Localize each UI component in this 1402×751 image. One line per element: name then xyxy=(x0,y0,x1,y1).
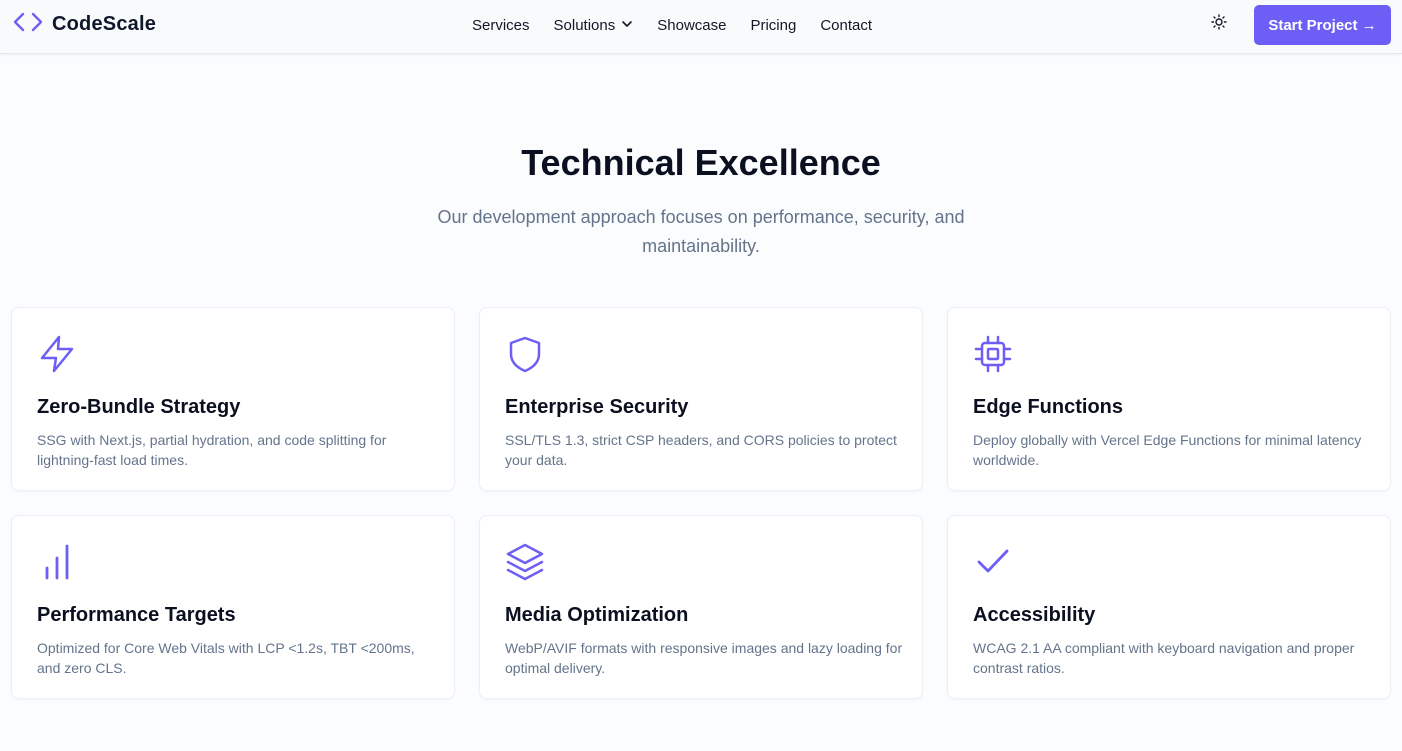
chevron-down-icon xyxy=(621,17,633,34)
feature-title: Performance Targets xyxy=(37,604,236,626)
feature-title: Accessibility xyxy=(973,604,1096,626)
chip-icon xyxy=(973,334,1013,374)
feature-card: Edge Functions Deploy globally with Verc… xyxy=(947,307,1391,491)
feature-card: Enterprise Security SSL/TLS 1.3, strict … xyxy=(479,307,923,491)
top-navbar: CodeScale Services Solutions Showcase Pr… xyxy=(0,0,1402,54)
start-project-button[interactable]: Start Project → xyxy=(1254,5,1391,45)
nav-services-label: Services xyxy=(472,16,530,34)
brand-name: CodeScale xyxy=(52,12,157,35)
feature-title: Edge Functions xyxy=(973,396,1123,418)
theme-toggle-button[interactable] xyxy=(1208,13,1230,35)
layers-icon xyxy=(505,542,545,582)
main-nav: Services Solutions Showcase Pricing Cont… xyxy=(472,15,896,35)
feature-description: SSG with Next.js, partial hydration, and… xyxy=(37,432,387,468)
section-title: Technical Excellence xyxy=(521,142,881,183)
nav-solutions-label: Solutions xyxy=(553,16,616,34)
brand-logo-link[interactable]: CodeScale xyxy=(12,12,156,36)
nav-solutions-dropdown[interactable]: Solutions xyxy=(554,17,634,34)
feature-title: Media Optimization xyxy=(505,604,689,626)
nav-pricing-label: Pricing xyxy=(750,16,797,34)
nav-showcase-label: Showcase xyxy=(657,16,727,34)
section-subtitle: Our development approach focuses on perf… xyxy=(437,207,965,256)
nav-contact[interactable]: Contact xyxy=(820,17,872,34)
nav-pricing[interactable]: Pricing xyxy=(750,17,796,34)
feature-description: WCAG 2.1 AA compliant with keyboard navi… xyxy=(973,640,1355,676)
feature-description: Optimized for Core Web Vitals with LCP <… xyxy=(37,640,415,676)
nav-services[interactable]: Services xyxy=(472,17,530,34)
nav-showcase[interactable]: Showcase xyxy=(657,17,726,34)
feature-title: Enterprise Security xyxy=(505,396,689,418)
features-grid: Zero-Bundle Strategy SSG with Next.js, p… xyxy=(11,307,1391,699)
lightning-icon xyxy=(37,334,77,374)
nav-contact-label: Contact xyxy=(820,16,873,34)
feature-card: Performance Targets Optimized for Core W… xyxy=(11,515,455,699)
shield-icon xyxy=(505,334,545,374)
feature-card: Accessibility WCAG 2.1 AA compliant with… xyxy=(947,515,1391,699)
feature-description: WebP/AVIF formats with responsive images… xyxy=(505,640,903,676)
feature-description: Deploy globally with Vercel Edge Functio… xyxy=(973,432,1362,468)
bar-chart-icon xyxy=(37,542,77,582)
feature-card: Zero-Bundle Strategy SSG with Next.js, p… xyxy=(11,307,455,491)
feature-title: Zero-Bundle Strategy xyxy=(37,396,241,418)
feature-card: Media Optimization WebP/AVIF formats wit… xyxy=(479,515,923,699)
code-brackets-icon xyxy=(12,10,44,39)
feature-description: SSL/TLS 1.3, strict CSP headers, and COR… xyxy=(505,432,897,468)
check-icon xyxy=(973,542,1013,582)
sun-icon xyxy=(1211,13,1227,35)
